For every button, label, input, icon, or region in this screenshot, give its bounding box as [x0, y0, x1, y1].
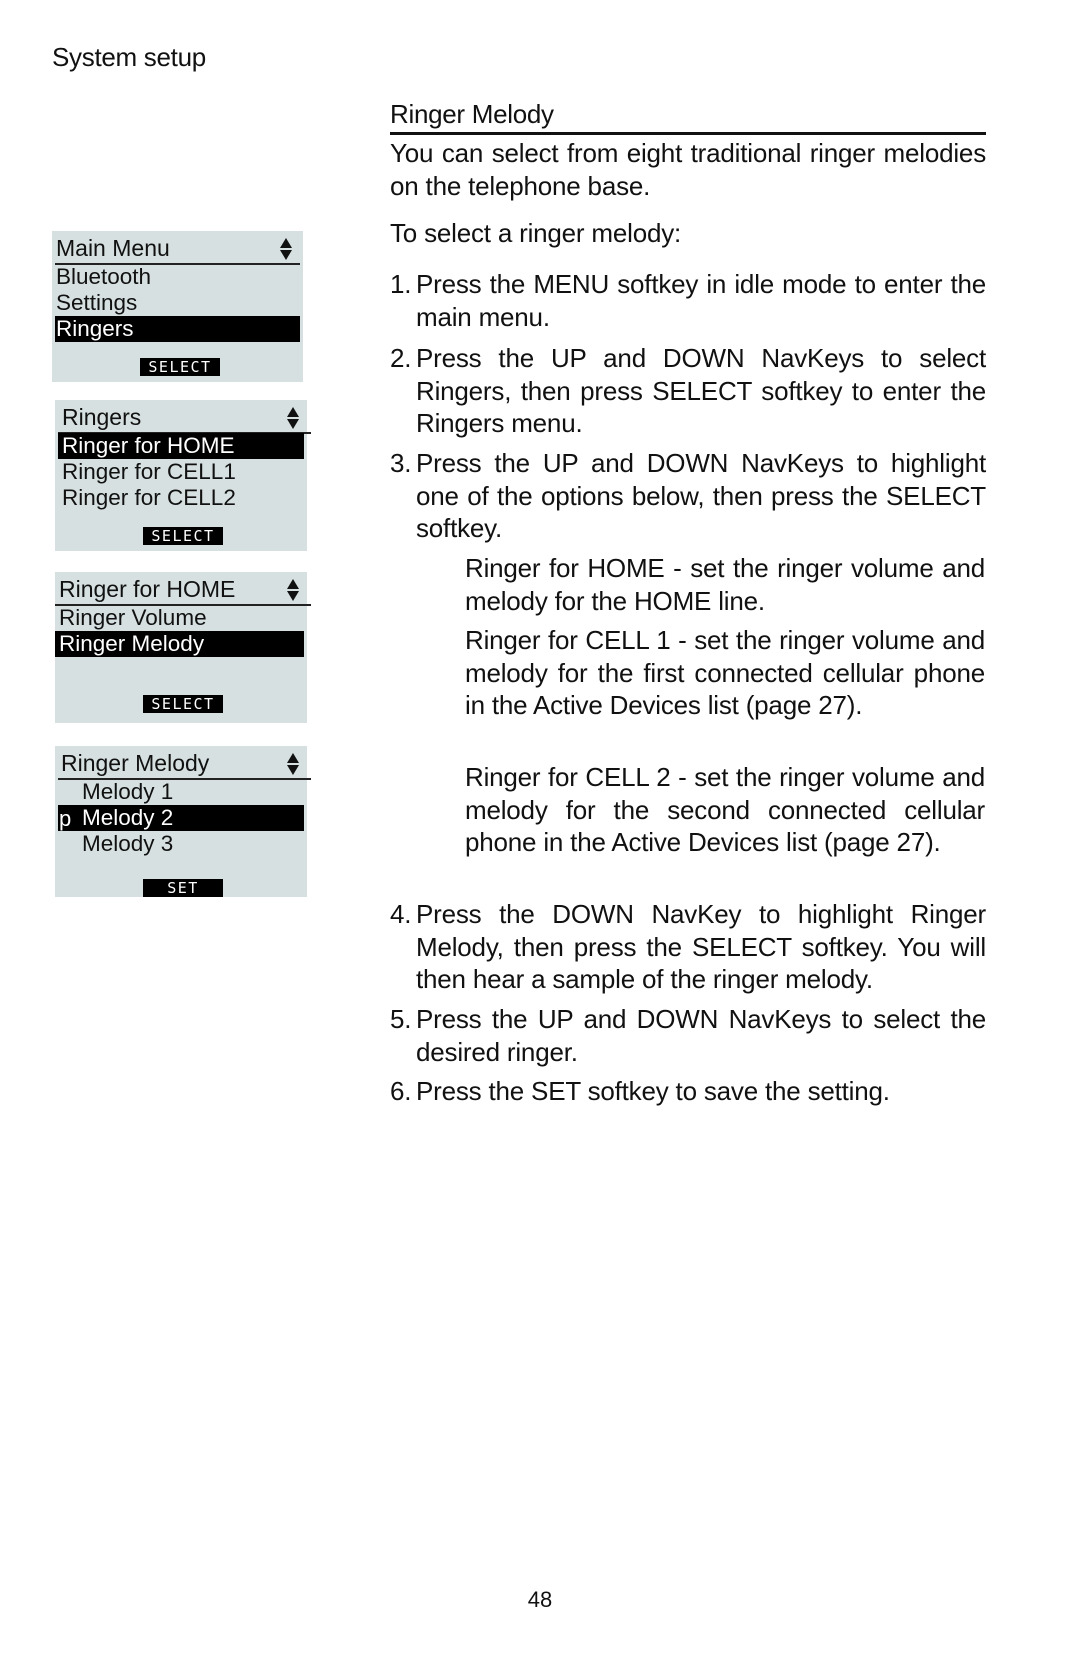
step-text: Press the DOWN NavKey to highlight Ringe… [416, 899, 986, 994]
menu-list: Bluetooth Settings Ringers [55, 264, 300, 342]
lcd-screen-main-menu: Main Menu Bluetooth Settings Ringers SEL… [52, 231, 303, 382]
page-number: 48 [527, 1587, 553, 1612]
screen-title-row: Ringer for HOME [55, 574, 311, 606]
section-heading: Ringer Melody [390, 98, 986, 135]
menu-item-ringer-for-cell2[interactable]: Ringer for CELL2 [58, 485, 304, 511]
step-text: Press the SET softkey to save the settin… [416, 1076, 890, 1106]
intro-paragraph: You can select from eight traditional ri… [390, 138, 986, 201]
set-softkey[interactable]: SET [143, 879, 223, 897]
screen-title: Ringer for HOME [59, 576, 236, 602]
screen-title: Ringer Melody [61, 750, 210, 776]
option-ringer-for-cell1: Ringer for CELL 1 - set the ringer volum… [465, 625, 985, 720]
screen-title: Ringers [62, 404, 142, 430]
menu-item-ringer-for-home[interactable]: Ringer for HOME [58, 433, 304, 459]
option-ringer-for-cell2: Ringer for CELL 2 - set the ringer volum… [465, 762, 985, 857]
step-2: 2. Press the UP and DOWN NavKeys to sele… [390, 342, 986, 440]
melody-list: Melody 1 p Melody 2 Melody 3 [58, 779, 304, 857]
up-down-arrow-icon [287, 407, 299, 429]
melody-option-1[interactable]: Melody 1 [58, 779, 304, 805]
step-5: 5. Press the UP and DOWN NavKeys to sele… [390, 1003, 986, 1068]
step-number: 2. [390, 343, 412, 373]
screen-title-row: Ringer Melody [58, 748, 311, 780]
up-down-arrow-icon [287, 579, 299, 601]
lead-paragraph: To select a ringer melody: [390, 218, 682, 248]
step-6: 6. Press the SET softkey to save the set… [390, 1075, 986, 1108]
menu-list: Ringer Volume Ringer Melody [55, 605, 304, 657]
select-softkey[interactable]: SELECT [140, 358, 220, 376]
option-ringer-for-home: Ringer for HOME - set the ringer volume … [465, 553, 985, 616]
step-number: 5. [390, 1004, 412, 1034]
melody-option-3[interactable]: Melody 3 [58, 831, 304, 857]
step-number: 4. [390, 899, 412, 929]
selected-marker: p [59, 806, 72, 831]
step-text: Press the MENU softkey in idle mode to e… [416, 269, 986, 332]
step-text: Press the UP and DOWN NavKeys to highlig… [416, 448, 986, 543]
lcd-screen-ringers: Ringers Ringer for HOME Ringer for CELL1… [55, 400, 311, 551]
menu-item-ringers[interactable]: Ringers [55, 316, 300, 342]
step-3: 3. Press the UP and DOWN NavKeys to high… [390, 447, 986, 545]
step-number: 1. [390, 269, 412, 299]
section-label: System setup [52, 42, 206, 72]
step-text: Press the UP and DOWN NavKeys to select … [416, 1004, 986, 1067]
step-text: Press the UP and DOWN NavKeys to select … [416, 343, 986, 438]
melody-label: Melody 3 [82, 831, 174, 856]
menu-item-ringer-melody[interactable]: Ringer Melody [55, 631, 304, 657]
up-down-arrow-icon [280, 238, 292, 260]
melody-option-2[interactable]: p Melody 2 [58, 805, 304, 831]
lcd-screen-ringer-melody: Ringer Melody Melody 1 p Melody 2 Melody… [55, 746, 311, 897]
select-softkey[interactable]: SELECT [143, 527, 223, 545]
step-number: 6. [390, 1076, 412, 1106]
menu-item-settings[interactable]: Settings [55, 290, 300, 316]
step-number: 3. [390, 448, 412, 478]
menu-item-bluetooth[interactable]: Bluetooth [55, 264, 300, 290]
melody-label: Melody 1 [82, 779, 174, 804]
lcd-screen-ringer-for-home: Ringer for HOME Ringer Volume Ringer Mel… [55, 572, 311, 723]
step-1: 1. Press the MENU softkey in idle mode t… [390, 268, 986, 333]
screen-title: Main Menu [56, 235, 170, 261]
menu-item-ringer-for-cell1[interactable]: Ringer for CELL1 [58, 459, 304, 485]
screen-title-row: Ringers [58, 402, 311, 434]
melody-label: Melody 2 [82, 805, 174, 830]
menu-item-ringer-volume[interactable]: Ringer Volume [55, 605, 304, 631]
screen-title-row: Main Menu [55, 233, 300, 265]
menu-list: Ringer for HOME Ringer for CELL1 Ringer … [58, 433, 304, 511]
up-down-arrow-icon [287, 753, 299, 775]
select-softkey[interactable]: SELECT [143, 695, 223, 713]
step-4: 4. Press the DOWN NavKey to highlight Ri… [390, 898, 986, 996]
